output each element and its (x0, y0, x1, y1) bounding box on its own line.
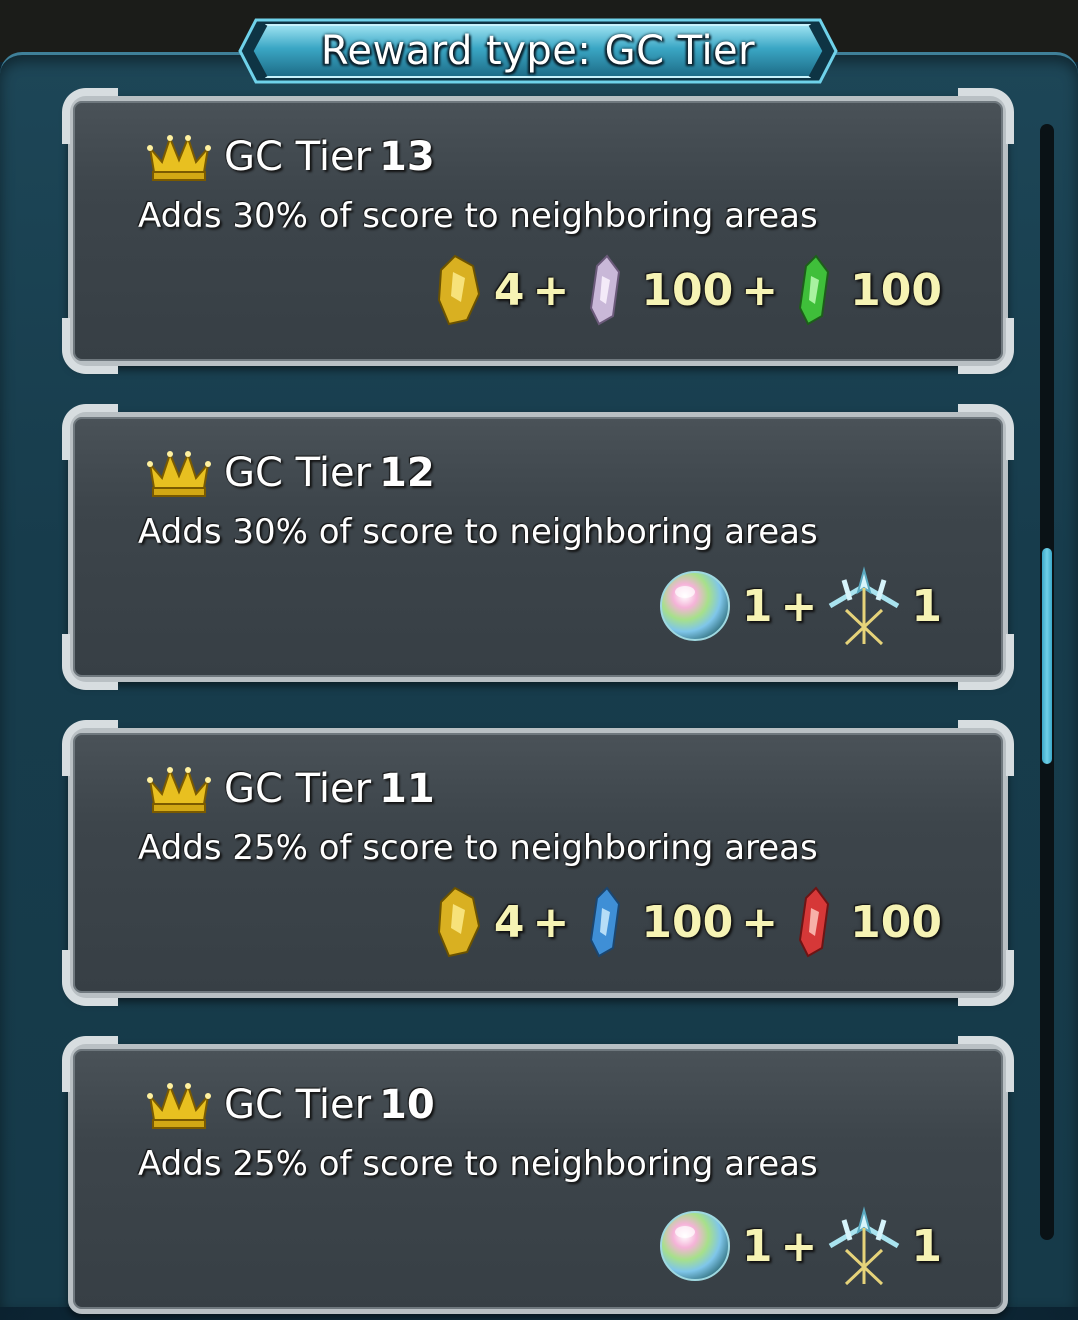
crown-icon (144, 448, 214, 498)
tier-description: Adds 30% of score to neighboring areas (138, 512, 818, 552)
trident-badge-icon (825, 566, 903, 646)
plus-separator: + (741, 896, 779, 948)
tier-card: GC Tier 12 Adds 30% of score to neighbori… (62, 404, 1014, 690)
trident-badge-icon (825, 1206, 903, 1286)
card-corner-ornament (62, 634, 118, 690)
tier-number: 12 (379, 450, 435, 496)
tier-card: GC Tier 13 Adds 30% of score to neighbori… (62, 88, 1014, 374)
card-corner-ornament (62, 1036, 118, 1092)
card-corner-ornament (62, 950, 118, 1006)
tier-description: Adds 30% of score to neighboring areas (138, 196, 818, 236)
reward-amount: 4 (493, 896, 525, 948)
plus-separator: + (741, 264, 779, 316)
reward-amount: 1 (741, 1220, 773, 1272)
universal-shard-icon (577, 252, 633, 328)
tier-label: GC Tier (224, 134, 372, 180)
card-corner-ornament (62, 88, 118, 144)
tier-card: GC Tier 11 Adds 25% of score to neighbori… (62, 720, 1014, 1006)
card-corner-ornament (958, 1036, 1014, 1092)
card-corner-ornament (62, 318, 118, 374)
tier-description: Adds 25% of score to neighboring areas (138, 1144, 818, 1184)
tier-label: GC Tier (224, 1082, 372, 1128)
reward-amount: 100 (850, 896, 942, 948)
reward-list: 1 + 1 (656, 566, 942, 646)
tier-number: 11 (379, 766, 435, 812)
rainbow-orb-icon (656, 1208, 734, 1284)
plus-separator: + (780, 1220, 818, 1272)
green-shard-icon (786, 252, 842, 328)
card-corner-ornament (958, 634, 1014, 690)
gold-dew-icon (430, 884, 486, 960)
blue-shard-icon (577, 884, 633, 960)
tier-number: 10 (379, 1082, 435, 1128)
reward-list: 4 + 100 + 100 (430, 250, 942, 330)
plus-separator: + (780, 580, 818, 632)
reward-amount: 4 (493, 264, 525, 316)
crown-icon (144, 1080, 214, 1130)
card-corner-ornament (62, 720, 118, 776)
tier-title: GC Tier 13 (224, 132, 435, 182)
reward-list: 1 + 1 (656, 1206, 942, 1286)
tier-title: GC Tier 12 (224, 448, 435, 498)
crown-icon (144, 132, 214, 182)
reward-amount: 1 (911, 580, 942, 632)
rainbow-orb-icon (656, 568, 734, 644)
gold-dew-icon (430, 252, 486, 328)
reward-amount: 1 (911, 1220, 942, 1272)
card-corner-ornament (958, 404, 1014, 460)
card-corner-ornament (958, 318, 1014, 374)
card-corner-ornament (958, 950, 1014, 1006)
plus-separator: + (532, 896, 570, 948)
scrollbar-thumb[interactable] (1042, 548, 1052, 764)
title-banner: Reward type: GC Tier (236, 16, 840, 86)
plus-separator: + (532, 264, 570, 316)
tier-number: 13 (379, 134, 435, 180)
red-shard-icon (786, 884, 842, 960)
card-corner-ornament (958, 88, 1014, 144)
tier-label: GC Tier (224, 766, 372, 812)
card-corner-ornament (958, 720, 1014, 776)
tier-description: Adds 25% of score to neighboring areas (138, 828, 818, 868)
tier-label: GC Tier (224, 450, 372, 496)
tier-title: GC Tier 10 (224, 1080, 435, 1130)
page-title: Reward type: GC Tier (320, 28, 756, 74)
tier-title: GC Tier 11 (224, 764, 435, 814)
reward-amount: 100 (641, 264, 734, 316)
crown-icon (144, 764, 214, 814)
reward-amount: 100 (850, 264, 942, 316)
reward-amount: 1 (741, 580, 773, 632)
reward-list: 4 + 100 + 100 (430, 882, 942, 962)
reward-amount: 100 (641, 896, 734, 948)
card-corner-ornament (62, 404, 118, 460)
tier-card: GC Tier 10 Adds 25% of score to neighbori… (62, 1036, 1014, 1320)
